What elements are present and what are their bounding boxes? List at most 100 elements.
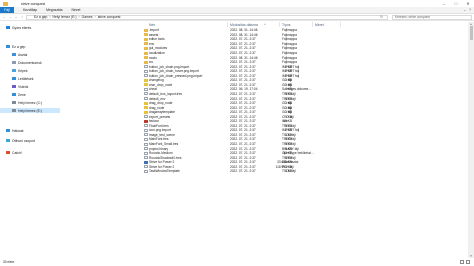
file-icon [144, 133, 148, 137]
sidebar-item[interactable]: Helyi lemez (E:) [0, 108, 60, 113]
gd-file-icon [144, 106, 148, 110]
tab-share[interactable]: Megosztás [46, 8, 62, 12]
sidebar-item-label: Képek [18, 68, 28, 73]
sidebar-item[interactable]: Catch! [0, 150, 22, 155]
sidebar-item[interactable]: Hálózat [0, 128, 24, 133]
expand-ribbon-icon[interactable]: ⌄ [463, 8, 466, 12]
sidebar-item-label: Helyi lemez (E:) [18, 108, 42, 113]
sidebar-item[interactable]: Videók [0, 84, 28, 89]
large-icons-view-icon[interactable] [466, 260, 470, 264]
sidebar-item-label: Otthoni csoport [12, 138, 35, 143]
tab-home[interactable]: Kezdőlap [23, 8, 37, 12]
drive-icon [12, 101, 16, 104]
sidebar-item[interactable]: Helyi lemez (C:) [0, 100, 42, 105]
file-icon [144, 74, 148, 78]
sidebar-item-label: Ez a gép [12, 44, 26, 49]
file-icon [144, 97, 148, 101]
file-size: 1 KB [285, 169, 292, 174]
file-icon [144, 169, 148, 173]
sidebar-item[interactable]: Otthoni csoport [0, 138, 35, 143]
column-divider[interactable] [279, 22, 280, 27]
window-title: strive conquest [21, 1, 46, 6]
drive-icon [12, 109, 16, 112]
file-icon [144, 115, 148, 119]
folder-icon [144, 56, 148, 60]
file-row[interactable]: TaskWindowTemplate 2022. 07. 21. 2:37 TSCN… [134, 169, 464, 174]
column-divider[interactable] [340, 22, 341, 27]
breadcrumb-separator[interactable]: › [49, 15, 50, 19]
sidebar-item[interactable]: Zene [0, 92, 26, 97]
sidebar-item[interactable]: Asztal [0, 52, 27, 57]
search-placeholder: Keresés: strive conquest [395, 15, 430, 20]
sidebar-item-label: Dokumentumok [18, 60, 42, 65]
sidebar-item-label: Videók [18, 84, 29, 89]
minimize-button[interactable]: – [438, 0, 450, 7]
music-icon [12, 93, 16, 96]
file-icon [144, 128, 148, 132]
folder-icon [144, 60, 148, 64]
ribbon: Fájl Kezdőlap Megosztás Nézet ⌄ ? [0, 6, 474, 14]
desktop-icon [12, 53, 16, 56]
sidebar-item[interactable]: Gyors elérés [0, 25, 31, 30]
sidebar-item[interactable]: Képek [0, 68, 28, 73]
back-icon[interactable]: ← [2, 15, 6, 19]
folder-icon [144, 51, 148, 55]
sidebar-item[interactable]: Dokumentumok [0, 60, 42, 65]
column-header-name[interactable]: Név [149, 22, 155, 27]
sidebar-item-label: Helyi lemez (C:) [18, 100, 43, 105]
file-icon [144, 124, 148, 128]
folder-icon [144, 37, 148, 41]
breadcrumb-current[interactable]: strive conquest [98, 15, 121, 19]
homegroup-icon [6, 139, 10, 142]
text-file-icon [144, 87, 148, 91]
forward-icon[interactable]: → [8, 15, 12, 19]
breadcrumb-this-pc[interactable]: Ez a gép [34, 15, 47, 19]
sidebar-item-label: Zene [18, 92, 26, 97]
breadcrumb-drive[interactable]: Helyi lemez (E:) [53, 15, 77, 19]
column-divider[interactable] [227, 22, 228, 27]
folder-icon [144, 28, 148, 32]
column-header-date[interactable]: Módosítás dátuma [230, 22, 258, 27]
refresh-icon[interactable]: ↻ [380, 15, 383, 19]
maximize-button[interactable]: □ [450, 0, 462, 7]
close-button[interactable]: ✕ [462, 0, 474, 7]
documents-icon [12, 61, 16, 64]
gd-file-icon [144, 101, 148, 105]
up-icon[interactable]: ↑ [20, 15, 24, 19]
breadcrumb-separator[interactable]: › [95, 15, 96, 19]
folder-icon [3, 1, 8, 6]
column-divider[interactable] [312, 22, 313, 27]
downloads-icon [12, 77, 16, 80]
tab-view[interactable]: Nézet [72, 8, 81, 12]
details-view-icon[interactable] [460, 260, 464, 264]
catch-app-icon [6, 151, 10, 154]
ribbon-controls: ⌄ ? [463, 8, 471, 12]
breadcrumb-games[interactable]: Games [82, 15, 93, 19]
sort-indicator: ^ [264, 22, 266, 27]
scrollbar-thumb[interactable] [469, 26, 473, 40]
help-icon[interactable]: ? [469, 8, 471, 12]
breadcrumb-separator[interactable]: › [78, 15, 79, 19]
tab-file[interactable]: Fájl [0, 6, 14, 13]
font-file-icon [144, 151, 148, 155]
pictures-icon [12, 69, 16, 72]
file-icon [144, 165, 148, 169]
title-bar: strive conquest – □ ✕ [0, 0, 474, 7]
address-bar[interactable]: Ez a gép › Helyi lemez (E:) › Games › st… [26, 14, 388, 20]
network-icon [6, 129, 10, 132]
videos-icon [12, 85, 16, 88]
search-input[interactable]: Keresés: strive conquest [392, 14, 472, 20]
file-icon [144, 92, 148, 96]
column-header-type[interactable]: Típus [282, 22, 290, 27]
column-header-size[interactable]: Méret [315, 22, 324, 27]
sidebar-item[interactable]: Letöltések [0, 76, 33, 81]
file-icon [144, 147, 148, 151]
recent-locations-icon[interactable]: ⌄ [14, 15, 18, 19]
sidebar-item[interactable]: Ez a gép [0, 44, 25, 49]
gd-file-icon [144, 83, 148, 87]
item-count: 33 elem [3, 260, 15, 264]
file-list: Név ^ Módosítás dátuma Típus Méret .impo… [134, 22, 464, 258]
status-bar: 33 elem [0, 258, 474, 266]
vertical-scrollbar[interactable]: ▲ ▼ [468, 22, 474, 258]
view-switcher [460, 260, 470, 264]
